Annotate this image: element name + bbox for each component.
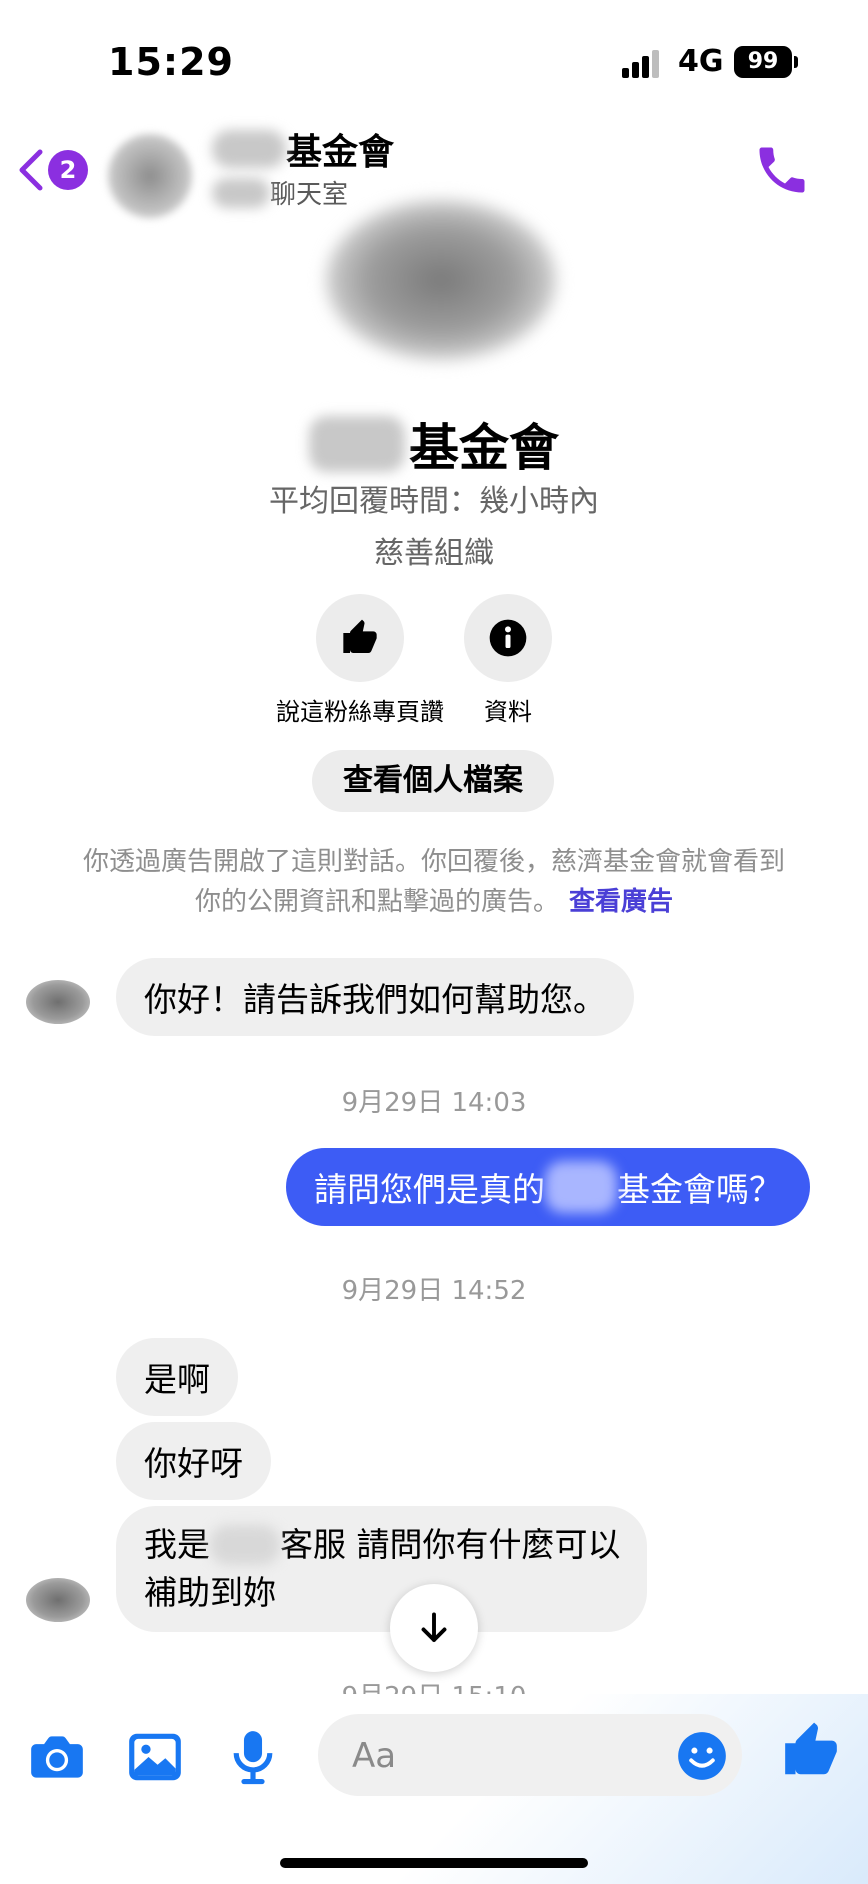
voice-message-button[interactable] bbox=[222, 1726, 284, 1788]
redacted-blur bbox=[212, 130, 286, 168]
profile-avatar bbox=[326, 200, 556, 360]
image-icon bbox=[129, 1733, 181, 1781]
ad-notice-line1: 你透過廣告開啟了這則對話。你回覆後，慈濟基金會就會看到 bbox=[82, 847, 785, 877]
page-info-button[interactable] bbox=[464, 594, 552, 682]
redacted-blur bbox=[309, 416, 405, 472]
message-bubble-incoming[interactable]: 你好呀 bbox=[116, 1422, 271, 1500]
voice-call-button[interactable] bbox=[752, 140, 812, 200]
profile-name: 基金會 bbox=[409, 419, 559, 477]
cellular-signal-icon bbox=[622, 48, 662, 78]
arrow-down-icon bbox=[421, 1612, 447, 1642]
battery-tip bbox=[794, 56, 798, 68]
message-timestamp: 9月29日 14:03 bbox=[341, 1088, 527, 1118]
unread-badge: 2 bbox=[48, 150, 88, 190]
message-composer: Aa bbox=[0, 1694, 868, 1884]
message-bubble-incoming[interactable]: 你好！請告訴我們如何幫助您。 bbox=[116, 958, 634, 1036]
message-input[interactable]: Aa bbox=[318, 1714, 742, 1796]
view-profile-button[interactable]: 查看個人檔案 bbox=[312, 750, 554, 812]
like-page-button[interactable] bbox=[316, 594, 404, 682]
info-icon bbox=[489, 619, 527, 657]
message-text-part: 客服 請問你有什麼可以 bbox=[280, 1525, 621, 1564]
message-timestamp: 9月29日 15:10 bbox=[0, 1676, 868, 1696]
thumbs-up-icon bbox=[785, 1722, 837, 1775]
message-text-part: 我是 bbox=[144, 1525, 210, 1564]
phone-icon bbox=[759, 147, 805, 193]
emoji-icon bbox=[678, 1732, 726, 1780]
status-time: 15:29 bbox=[108, 40, 234, 84]
gallery-button[interactable] bbox=[124, 1726, 186, 1788]
message-text-part: 基金會嗎？ bbox=[617, 1170, 782, 1209]
sender-avatar[interactable] bbox=[26, 1578, 90, 1622]
message-text: 你好！請告訴我們如何幫助您。 bbox=[144, 980, 606, 1019]
send-like-button[interactable] bbox=[780, 1720, 842, 1782]
camera-button[interactable] bbox=[26, 1726, 88, 1788]
status-bar: 15:29 4G 99 bbox=[0, 0, 868, 120]
message-timestamp: 9月29日 14:52 bbox=[341, 1276, 527, 1306]
ad-notice-line2: 你的公開資訊和點擊過的廣告。 bbox=[194, 887, 559, 917]
header-subtitle-row: 聊天室 bbox=[212, 174, 348, 211]
redacted-blur bbox=[212, 177, 270, 208]
redacted-blur bbox=[545, 1161, 617, 1213]
message-text: 你好呀 bbox=[144, 1444, 243, 1483]
page-info-label: 資料 bbox=[484, 698, 532, 726]
profile-name-row: 基金會 bbox=[0, 408, 868, 480]
chevron-left-icon bbox=[19, 149, 43, 191]
response-time: 平均回覆時間：幾小時內 bbox=[269, 484, 599, 519]
page-avatar[interactable] bbox=[108, 134, 192, 218]
message-bubble-incoming[interactable]: 我是 客服 請問你有什麼可以 補助到妳 bbox=[116, 1506, 647, 1632]
scroll-to-bottom-button[interactable] bbox=[390, 1584, 478, 1672]
network-type: 4G bbox=[678, 44, 724, 79]
page-title: 基金會 bbox=[286, 132, 395, 173]
home-indicator bbox=[280, 1858, 588, 1868]
microphone-icon bbox=[233, 1731, 273, 1785]
like-page-label: 說這粉絲專頁讚 bbox=[276, 698, 444, 726]
ad-notice: 你透過廣告開啟了這則對話。你回覆後，慈濟基金會就會看到 你的公開資訊和點擊過的廣… bbox=[40, 842, 828, 922]
view-ad-link[interactable]: 查看廣告 bbox=[569, 887, 673, 917]
message-input-placeholder: Aa bbox=[352, 1736, 397, 1776]
page-category: 慈善組織 bbox=[374, 536, 494, 571]
battery-icon: 99 bbox=[734, 46, 792, 78]
message-bubble-outgoing[interactable]: 請問您們是真的 基金會嗎？ bbox=[286, 1148, 810, 1226]
message-bubble-incoming[interactable]: 是啊 bbox=[116, 1338, 238, 1416]
emoji-button[interactable] bbox=[676, 1730, 728, 1782]
back-button[interactable]: 2 bbox=[16, 142, 96, 198]
sender-avatar[interactable] bbox=[26, 980, 90, 1024]
thumbs-up-icon bbox=[343, 619, 377, 653]
page-subtitle: 聊天室 bbox=[270, 180, 349, 210]
message-text: 是啊 bbox=[144, 1360, 210, 1399]
message-line: 補助到妳 bbox=[144, 1573, 276, 1612]
redacted-blur bbox=[210, 1525, 280, 1565]
message-line: 我是 客服 請問你有什麼可以 bbox=[144, 1521, 621, 1569]
header-title-row[interactable]: 基金會 bbox=[212, 126, 395, 173]
camera-icon bbox=[31, 1736, 83, 1778]
message-text-part: 請問您們是真的 bbox=[314, 1170, 545, 1209]
